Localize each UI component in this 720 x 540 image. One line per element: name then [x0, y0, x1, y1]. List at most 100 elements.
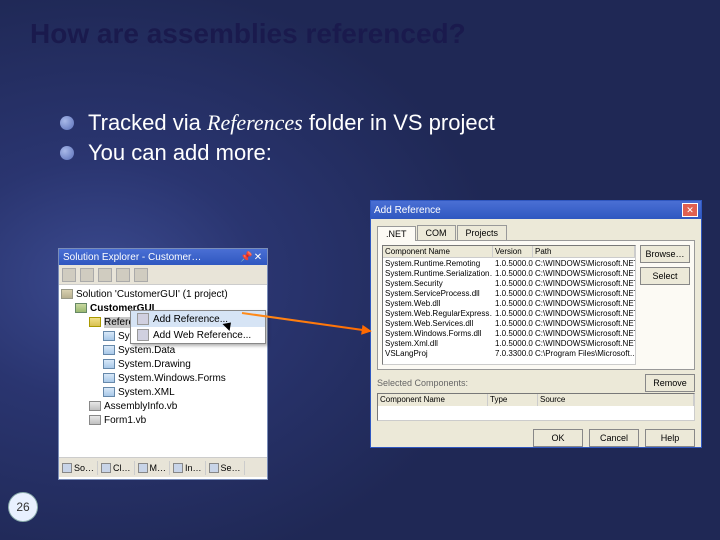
- bullet-text: You can add more:: [88, 140, 272, 166]
- dialog-bottom-buttons: OK Cancel Help: [371, 425, 701, 451]
- pin-icon[interactable]: 📌: [240, 252, 250, 263]
- select-button[interactable]: Select: [640, 267, 690, 285]
- menu-item-add-web-reference[interactable]: Add Web Reference...: [131, 327, 265, 343]
- toolbar-icon[interactable]: [98, 268, 112, 282]
- list-row[interactable]: System.Windows.Forms.dll1.0.5000.0C:\WIN…: [383, 328, 635, 338]
- cell-path: C:\WINDOWS\Microsoft.NET: [533, 318, 635, 328]
- list-row[interactable]: System.Web.Services.dll1.0.5000.0C:\WIND…: [383, 318, 635, 328]
- menu-label: Add Web Reference...: [153, 330, 251, 341]
- tab-label: So…: [74, 463, 94, 473]
- list-row[interactable]: System.Runtime.Remoting1.0.5000.0C:\WIND…: [383, 258, 635, 268]
- list-row[interactable]: System.ServiceProcess.dll1.0.5000.0C:\WI…: [383, 288, 635, 298]
- cell-version: 1.0.5000.0: [493, 318, 533, 328]
- toolbar-icon[interactable]: [80, 268, 94, 282]
- bullet-item: You can add more:: [60, 140, 495, 166]
- bullet-icon: [60, 116, 74, 130]
- window-title: Solution Explorer - Customer…: [63, 252, 201, 263]
- tab-dotnet[interactable]: .NET: [377, 226, 416, 241]
- panel-tab[interactable]: M…: [135, 461, 171, 475]
- reference-icon: [103, 373, 115, 383]
- menu-icon: [137, 313, 149, 325]
- close-button[interactable]: ✕: [682, 203, 698, 217]
- page-number: 26: [8, 492, 38, 522]
- cell-path: C:\WINDOWS\Microsoft.NET: [533, 288, 635, 298]
- list-row[interactable]: System.Runtime.Serialization…1.0.5000.0C…: [383, 268, 635, 278]
- list-row[interactable]: VSLangProj7.0.3300.0C:\Program Files\Mic…: [383, 348, 635, 358]
- reference-item[interactable]: System.Data: [118, 345, 175, 356]
- toolbar-icon[interactable]: [62, 268, 76, 282]
- list-row[interactable]: System.Web.dll1.0.5000.0C:\WINDOWS\Micro…: [383, 298, 635, 308]
- reference-item[interactable]: System.Windows.Forms: [118, 373, 226, 384]
- col-name[interactable]: Component Name: [383, 246, 493, 257]
- cell-version: 1.0.5000.0: [493, 278, 533, 288]
- file-icon: [89, 415, 101, 425]
- cell-name: VSLangProj: [383, 348, 493, 358]
- dialog-titlebar[interactable]: Add Reference ✕: [371, 201, 701, 219]
- solution-node[interactable]: Solution 'CustomerGUI' (1 project): [76, 289, 228, 300]
- cell-name: System.Security: [383, 278, 493, 288]
- selected-list[interactable]: Component Name Type Source: [377, 393, 695, 421]
- menu-icon: [137, 329, 149, 341]
- tab-icon: [209, 463, 219, 473]
- panel-tab[interactable]: So…: [59, 461, 98, 475]
- tab-icon: [173, 463, 183, 473]
- cell-version: 1.0.5000.0: [493, 308, 533, 318]
- add-reference-dialog: Add Reference ✕ .NET COM Projects Compon…: [370, 200, 702, 448]
- folder-icon: [89, 317, 101, 327]
- tab-label: In…: [185, 463, 202, 473]
- tab-icon: [138, 463, 148, 473]
- cell-version: 1.0.5000.0: [493, 328, 533, 338]
- reference-item[interactable]: System.XML: [118, 387, 175, 398]
- toolbar-icon[interactable]: [116, 268, 130, 282]
- window-titlebar[interactable]: Solution Explorer - Customer… 📌 ✕: [59, 249, 267, 265]
- cell-path: C:\WINDOWS\Microsoft.NET: [533, 338, 635, 348]
- tab-com[interactable]: COM: [417, 225, 456, 240]
- file-icon: [89, 401, 101, 411]
- reference-item[interactable]: System.Drawing: [118, 359, 191, 370]
- browse-button[interactable]: Browse…: [640, 245, 690, 263]
- list-row[interactable]: System.Xml.dll1.0.5000.0C:\WINDOWS\Micro…: [383, 338, 635, 348]
- close-icon[interactable]: ✕: [253, 252, 263, 263]
- col-version[interactable]: Version: [493, 246, 533, 257]
- cell-path: C:\WINDOWS\Microsoft.NET: [533, 268, 635, 278]
- bullet-text: folder in VS project: [303, 110, 495, 135]
- component-list[interactable]: Component Name Version Path System.Runti…: [382, 245, 636, 365]
- col-path[interactable]: Path: [533, 246, 635, 257]
- tab-label: M…: [150, 463, 167, 473]
- sel-col-name[interactable]: Component Name: [378, 394, 488, 406]
- reference-icon: [103, 331, 115, 341]
- tab-label: Cl…: [113, 463, 131, 473]
- tab-icon: [101, 463, 111, 473]
- cell-name: System.Runtime.Serialization…: [383, 268, 493, 278]
- tab-label: Se…: [221, 463, 241, 473]
- sel-col-source[interactable]: Source: [538, 394, 694, 406]
- file-item[interactable]: Form1.vb: [104, 415, 146, 426]
- cell-path: C:\WINDOWS\Microsoft.NET: [533, 278, 635, 288]
- dialog-title: Add Reference: [374, 205, 441, 216]
- cell-version: 1.0.5000.0: [493, 338, 533, 348]
- toolbar-icon[interactable]: [134, 268, 148, 282]
- reference-icon: [103, 359, 115, 369]
- list-row[interactable]: System.Security1.0.5000.0C:\WINDOWS\Micr…: [383, 278, 635, 288]
- panel-tabs: So… Cl… M… In… Se…: [59, 457, 267, 477]
- file-item[interactable]: AssemblyInfo.vb: [104, 401, 177, 412]
- remove-button[interactable]: Remove: [645, 374, 695, 392]
- bullet-text: Tracked via: [88, 110, 207, 135]
- cell-path: C:\WINDOWS\Microsoft.NET: [533, 298, 635, 308]
- cell-version: 1.0.5000.0: [493, 288, 533, 298]
- sel-col-type[interactable]: Type: [488, 394, 538, 406]
- cell-name: System.Xml.dll: [383, 338, 493, 348]
- bullet-list: Tracked via References folder in VS proj…: [60, 110, 495, 170]
- cell-name: System.ServiceProcess.dll: [383, 288, 493, 298]
- bullet-item: Tracked via References folder in VS proj…: [60, 110, 495, 136]
- tab-projects[interactable]: Projects: [457, 225, 508, 240]
- panel-tab[interactable]: Cl…: [98, 461, 135, 475]
- list-row[interactable]: System.Web.RegularExpress…1.0.5000.0C:\W…: [383, 308, 635, 318]
- help-button[interactable]: Help: [645, 429, 695, 447]
- ok-button[interactable]: OK: [533, 429, 583, 447]
- context-menu: Add Reference... Add Web Reference...: [130, 310, 266, 344]
- selected-label: Selected Components:: [377, 378, 468, 388]
- panel-tab[interactable]: In…: [170, 461, 206, 475]
- cancel-button[interactable]: Cancel: [589, 429, 639, 447]
- panel-tab[interactable]: Se…: [206, 461, 245, 475]
